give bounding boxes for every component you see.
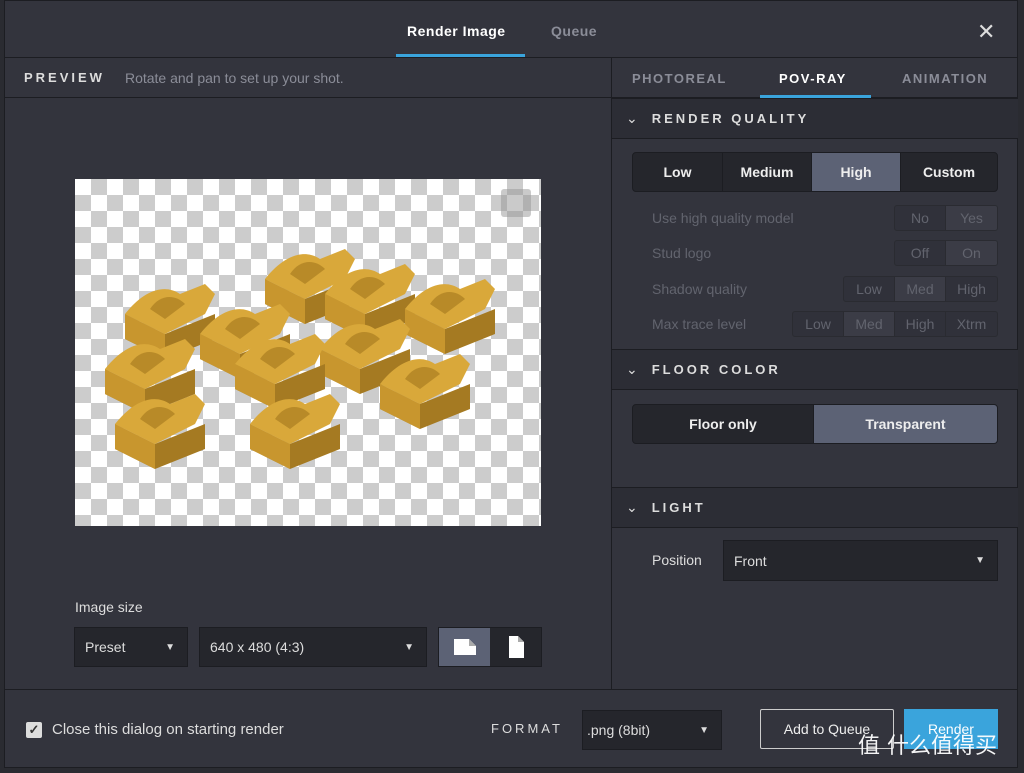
preview-hint: Rotate and pan to set up your shot. xyxy=(124,69,344,86)
option-low[interactable]: Low xyxy=(793,312,844,336)
close-icon[interactable]: ✕ xyxy=(977,19,995,45)
chevron-down-icon: ⌄ xyxy=(626,499,638,515)
size-preset-value: 640 x 480 (4:3) xyxy=(210,639,305,655)
tab-photoreal[interactable]: PHOTOREAL xyxy=(632,71,727,86)
floor-color-selector: Floor only Transparent xyxy=(632,404,998,444)
option-xtrm[interactable]: Xtrm xyxy=(946,312,997,336)
shadow-quality-label: Shadow quality xyxy=(652,281,747,297)
option-no[interactable]: No xyxy=(895,206,946,230)
option-off[interactable]: Off xyxy=(895,241,946,265)
bricks-model xyxy=(105,249,495,469)
tab-pov-ray[interactable]: POV-RAY xyxy=(779,71,847,86)
max-trace-label: Max trace level xyxy=(652,316,747,332)
render-dialog: Render Image Queue ✕ PREVIEW Rotate and … xyxy=(4,0,1018,768)
landscape-button[interactable] xyxy=(439,628,490,666)
preview-panel: PREVIEW Rotate and pan to set up your sh… xyxy=(5,58,612,689)
stud-logo-label: Stud logo xyxy=(652,245,712,261)
quality-medium[interactable]: Medium xyxy=(723,153,812,191)
chevron-down-icon: ▼ xyxy=(165,641,175,653)
tab-queue[interactable]: Queue xyxy=(551,23,597,39)
light-position-select[interactable]: Front ▼ xyxy=(723,540,998,581)
image-size-label: Image size xyxy=(75,599,143,615)
close-on-render-checkbox[interactable]: ✓ xyxy=(26,722,42,738)
chevron-down-icon: ▼ xyxy=(975,555,985,566)
floor-only-option[interactable]: Floor only xyxy=(633,405,814,443)
option-low[interactable]: Low xyxy=(844,277,895,301)
orientation-toggle xyxy=(438,627,542,667)
light-position-label: Position xyxy=(652,552,702,568)
render-quality-selector: Low Medium High Custom xyxy=(632,152,998,192)
portrait-button[interactable] xyxy=(490,628,541,666)
portrait-page-icon xyxy=(508,636,524,658)
option-yes[interactable]: Yes xyxy=(946,206,997,230)
chevron-down-icon: ⌄ xyxy=(626,361,638,377)
option-on[interactable]: On xyxy=(946,241,997,265)
format-value: .png (8bit) xyxy=(587,722,651,738)
option-high[interactable]: High xyxy=(946,277,997,301)
active-tab-indicator xyxy=(396,54,525,57)
render-quality-header[interactable]: ⌄ RENDER QUALITY xyxy=(612,98,1018,139)
chevron-down-icon: ⌄ xyxy=(626,110,638,126)
format-label: FORMAT xyxy=(491,721,563,736)
transparent-option[interactable]: Transparent xyxy=(814,405,997,443)
close-on-render-label: Close this dialog on starting render xyxy=(52,721,284,738)
size-mode-select[interactable]: Preset ▼ xyxy=(74,627,188,667)
chevron-down-icon: ▼ xyxy=(404,641,414,653)
max-trace-toggle: Low Med High Xtrm xyxy=(792,311,998,337)
watermark: 值 什么值得买 xyxy=(858,734,997,759)
size-preset-select[interactable]: 640 x 480 (4:3) ▼ xyxy=(199,627,427,667)
shadow-quality-toggle: Low Med High xyxy=(843,276,998,302)
tab-render-image[interactable]: Render Image xyxy=(407,23,506,39)
chevron-down-icon: ▼ xyxy=(699,724,709,736)
section-title: FLOOR COLOR xyxy=(651,362,781,377)
floor-color-header[interactable]: ⌄ FLOOR COLOR xyxy=(612,349,1018,390)
quality-custom[interactable]: Custom xyxy=(901,153,997,191)
option-high[interactable]: High xyxy=(895,312,946,336)
hq-model-label: Use high quality model xyxy=(652,210,794,226)
quality-low[interactable]: Low xyxy=(633,153,723,191)
hq-model-toggle: No Yes xyxy=(894,205,998,231)
settings-panel: PHOTOREAL POV-RAY ANIMATION ⌄ RENDER QUAL… xyxy=(612,58,1018,689)
option-med[interactable]: Med xyxy=(844,312,895,336)
section-title: RENDER QUALITY xyxy=(651,111,810,126)
brick xyxy=(250,394,340,469)
section-title: LIGHT xyxy=(651,500,706,515)
brick xyxy=(405,279,495,354)
option-med[interactable]: Med xyxy=(895,277,946,301)
stud-logo-toggle: Off On xyxy=(894,240,998,266)
dialog-header: Render Image Queue ✕ xyxy=(5,1,1017,58)
light-header[interactable]: ⌄ LIGHT xyxy=(612,487,1018,528)
preview-title: PREVIEW xyxy=(24,70,105,85)
preview-reset-button[interactable] xyxy=(501,189,531,217)
render-preview[interactable] xyxy=(75,179,541,526)
light-position-value: Front xyxy=(734,552,767,569)
size-mode-value: Preset xyxy=(85,639,126,655)
landscape-page-icon xyxy=(453,639,476,655)
tab-animation[interactable]: ANIMATION xyxy=(902,71,988,86)
quality-high[interactable]: High xyxy=(812,153,901,191)
format-select[interactable]: .png (8bit) ▼ xyxy=(582,710,722,750)
